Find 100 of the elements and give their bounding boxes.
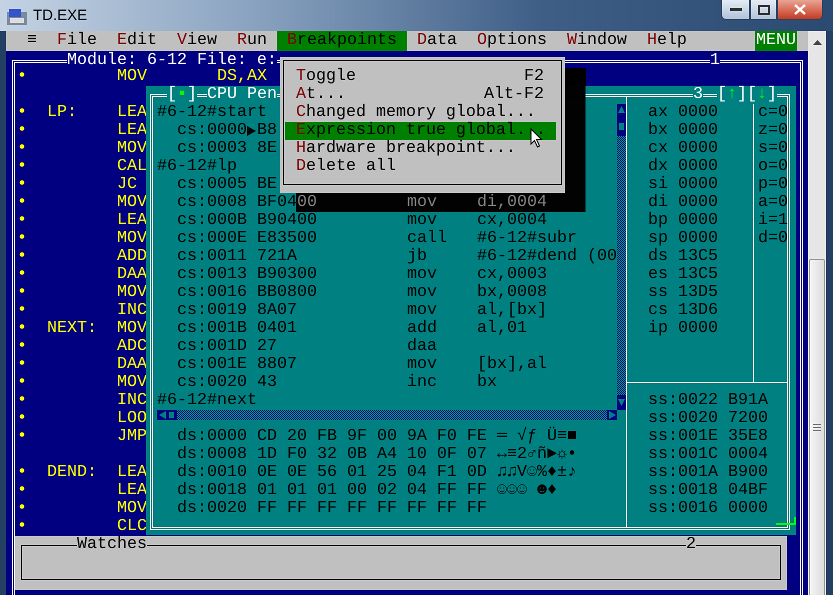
address: ds:0010 (177, 463, 247, 482)
breakpoint-marker: • (17, 283, 27, 302)
menu-item[interactable]: Hardware breakpoint... (285, 140, 556, 158)
mode-indicator: MENU (755, 31, 797, 51)
hex-bytes: 0E 0E 56 01 25 04 F1 0D (257, 463, 487, 482)
register-value: si 0000 (648, 175, 718, 194)
mnemonic: INC (117, 391, 147, 410)
flag-value: d=0 (758, 229, 788, 248)
flag-value: a=0 (758, 193, 788, 212)
breakpoint-marker: • (17, 463, 27, 482)
mnemonic: mov (407, 211, 437, 230)
address: cs:0013 (177, 265, 247, 284)
address: cs:0020 (177, 373, 247, 392)
breakpoint-marker: • (17, 103, 27, 122)
operand: bx,0008 (477, 284, 547, 302)
menu-item[interactable]: Run (227, 31, 277, 51)
zoom-button[interactable]: [↑] (717, 86, 747, 104)
menu-item[interactable]: Options (466, 31, 557, 51)
breakpoint-marker: • (17, 265, 27, 284)
code-label: NEXT: (47, 319, 97, 338)
register-value: sp 0000 (648, 229, 718, 248)
code-label: DEND: (47, 463, 97, 482)
breakpoint-marker: • (17, 157, 27, 176)
vertical-scrollbar[interactable] (617, 104, 626, 410)
hex-bytes: 01 01 01 00 02 04 FF FF (257, 481, 487, 500)
stack-entry: ss:001E 35E8 (648, 427, 768, 446)
close-box[interactable]: [▪] (167, 86, 197, 104)
mnemonic: DAA (117, 355, 147, 374)
opcode-bytes: 8A07 (257, 301, 297, 320)
breakpoint-marker: • (17, 175, 27, 194)
breakpoint-marker: • (17, 139, 27, 158)
ascii-chars: ♫♫V☺%♦±♪ (497, 464, 577, 482)
opcode-bytes: E83500 (257, 229, 317, 248)
minimize-button[interactable] (721, 0, 750, 20)
mnemonic: MOV (117, 373, 147, 392)
mnemonic: mov (407, 301, 437, 320)
register-value: ax 0000 (648, 103, 718, 122)
breakpoint-marker: • (17, 121, 27, 140)
breakpoint-marker: • (17, 229, 27, 248)
register-value: ss 13D5 (648, 283, 718, 302)
address: ds:0020 (177, 499, 247, 518)
breakpoint-marker: • (17, 211, 27, 230)
menu-item[interactable]: At... Alt-F2 (285, 86, 556, 104)
close-button[interactable] (777, 0, 823, 20)
app-icon (7, 9, 27, 25)
address: cs:000E (177, 229, 247, 248)
menu-item[interactable]: File (47, 31, 107, 51)
menu-item[interactable]: Toggle F2 (285, 68, 556, 86)
mnemonic: MOV (117, 319, 147, 338)
breakpoint-marker: • (17, 337, 27, 356)
mnemonic: LEA (117, 103, 147, 122)
hex-bytes: 1D F0 32 0B A4 10 0F 07 (257, 445, 487, 464)
resize-corner-icon[interactable] (776, 517, 796, 525)
opcode-bytes: BB0800 (257, 283, 317, 302)
ascii-chars: ═ √ƒ Ü≡■ (497, 428, 577, 446)
zoom-button[interactable]: [↓] (747, 86, 777, 104)
menu-item[interactable]: Breakpoints (277, 31, 407, 51)
register-value: ip 0000 (648, 319, 718, 338)
address: cs:0005 (177, 175, 247, 194)
mnemonic: add (407, 319, 437, 338)
flag-value: o=0 (758, 157, 788, 176)
operand: DS,AX (217, 68, 267, 86)
stack-entry: ss:0020 7200 (648, 409, 768, 428)
menu-item[interactable]: View (167, 31, 227, 51)
right-arrow-icon[interactable] (607, 410, 617, 420)
operand: al,[bx] (477, 302, 547, 320)
address: cs:001D (177, 337, 247, 356)
menu-item[interactable]: Changed memory global... (285, 104, 556, 122)
stack-entry: ss:001C 0004 (648, 445, 768, 464)
system-menu[interactable]: ≡ (17, 31, 47, 51)
up-arrow-icon[interactable] (812, 40, 822, 44)
menu-item[interactable]: Delete all (285, 158, 556, 176)
register-value: ds 13C5 (648, 247, 718, 266)
flag-value: c=0 (758, 103, 788, 122)
horizontal-scrollbar[interactable] (157, 410, 617, 420)
mnemonic: LEA (117, 463, 147, 482)
minimize-icon (730, 8, 742, 12)
scrollbar[interactable] (808, 31, 826, 595)
operand: #6-12#subr (477, 230, 577, 248)
breakpoint-marker: • (17, 481, 27, 500)
address: cs:0011 (177, 247, 247, 266)
mnemonic: mov (407, 193, 437, 212)
stack-entry: ss:0022 B91A (648, 391, 768, 410)
opcode-bytes: B90400 (257, 211, 317, 230)
menu-item[interactable]: Window (556, 31, 637, 51)
breakpoint-marker: • (17, 499, 27, 518)
menu-item[interactable]: Data (406, 31, 467, 51)
register-value: di 0000 (648, 193, 718, 212)
operand: [bx],al (477, 356, 547, 374)
flag-value: z=0 (758, 121, 788, 140)
mnemonic: MOV (117, 283, 147, 302)
maximize-button[interactable] (750, 0, 777, 20)
register-value: dx 0000 (648, 157, 718, 176)
menu-item[interactable]: Help (636, 31, 697, 51)
menu-item[interactable]: Edit (107, 31, 167, 51)
menu-item[interactable]: Expression true global... (285, 122, 556, 140)
code-label: #6-12#start (157, 104, 267, 122)
mnemonic: CLC (117, 517, 147, 536)
scroll-thumb[interactable] (809, 259, 825, 595)
mnemonic: mov (407, 355, 437, 374)
